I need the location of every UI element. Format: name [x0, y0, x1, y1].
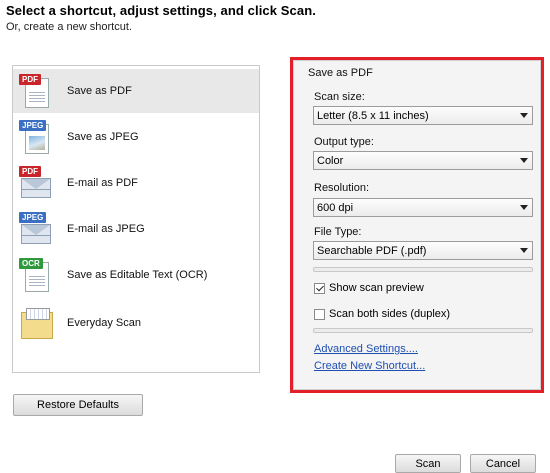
scan-size-value: Letter (8.5 x 11 inches) — [317, 109, 429, 122]
shortcut-label: E-mail as JPEG — [67, 223, 145, 235]
settings-title: Save as PDF — [308, 67, 373, 79]
shortcut-list: PDF Save as PDF JPEG Save as JPEG PDF E-… — [12, 65, 260, 373]
restore-defaults-button[interactable]: Restore Defaults — [13, 394, 143, 416]
shortcut-label: Save as PDF — [67, 85, 132, 97]
show-scan-preview-label: Show scan preview — [329, 282, 424, 294]
page-subtitle: Or, create a new shortcut. — [6, 21, 132, 33]
duplex-label: Scan both sides (duplex) — [329, 308, 451, 320]
show-scan-preview-checkbox[interactable]: Show scan preview — [314, 282, 424, 294]
output-type-select[interactable]: Color — [313, 151, 533, 170]
shortcut-item-email-as-jpeg[interactable]: JPEG E-mail as JPEG — [13, 207, 259, 251]
scan-button[interactable]: Scan — [395, 454, 461, 473]
divider — [313, 267, 533, 272]
chevron-down-icon — [520, 205, 528, 210]
resolution-label: Resolution: — [314, 182, 370, 194]
chevron-down-icon — [520, 248, 528, 253]
resolution-value: 600 dpi — [317, 201, 354, 214]
shortcut-label: E-mail as PDF — [67, 177, 138, 189]
jpeg-envelope-icon: JPEG — [19, 212, 53, 246]
shortcut-item-email-as-pdf[interactable]: PDF E-mail as PDF — [13, 161, 259, 205]
shortcut-item-save-as-ocr[interactable]: OCR Save as Editable Text (OCR) — [13, 253, 259, 297]
shortcut-item-save-as-pdf[interactable]: PDF Save as PDF — [13, 69, 259, 113]
shortcut-item-save-as-jpeg[interactable]: JPEG Save as JPEG — [13, 115, 259, 159]
resolution-select[interactable]: 600 dpi — [313, 198, 533, 217]
pdf-envelope-icon: PDF — [19, 166, 53, 200]
shortcut-label: Everyday Scan — [67, 317, 141, 329]
shortcut-label: Save as JPEG — [67, 131, 139, 143]
scan-size-label: Scan size: — [314, 91, 365, 103]
pdf-document-icon: PDF — [19, 74, 53, 108]
checkbox-checked-icon — [314, 282, 325, 294]
file-type-value: Searchable PDF (.pdf) — [317, 244, 427, 257]
checkbox-unchecked-icon — [314, 308, 325, 320]
cancel-button[interactable]: Cancel — [470, 454, 536, 473]
create-new-shortcut-link[interactable]: Create New Shortcut... — [314, 360, 425, 372]
scan-size-select[interactable]: Letter (8.5 x 11 inches) — [313, 106, 533, 125]
settings-panel: Save as PDF Scan size: Letter (8.5 x 11 … — [290, 57, 544, 393]
divider — [313, 328, 533, 333]
chevron-down-icon — [520, 113, 528, 118]
jpeg-document-icon: JPEG — [19, 120, 53, 154]
page-title: Select a shortcut, adjust settings, and … — [6, 3, 316, 18]
chevron-down-icon — [520, 158, 528, 163]
ocr-document-icon: OCR — [19, 258, 53, 292]
folder-icon — [19, 306, 53, 340]
duplex-checkbox[interactable]: Scan both sides (duplex) — [314, 308, 450, 320]
output-type-label: Output type: — [314, 136, 374, 148]
file-type-label: File Type: — [314, 226, 362, 238]
output-type-value: Color — [317, 154, 344, 167]
file-type-select[interactable]: Searchable PDF (.pdf) — [313, 241, 533, 260]
shortcut-item-everyday-scan[interactable]: Everyday Scan — [13, 301, 259, 345]
advanced-settings-link[interactable]: Advanced Settings.... — [314, 343, 418, 355]
shortcut-label: Save as Editable Text (OCR) — [67, 269, 208, 281]
